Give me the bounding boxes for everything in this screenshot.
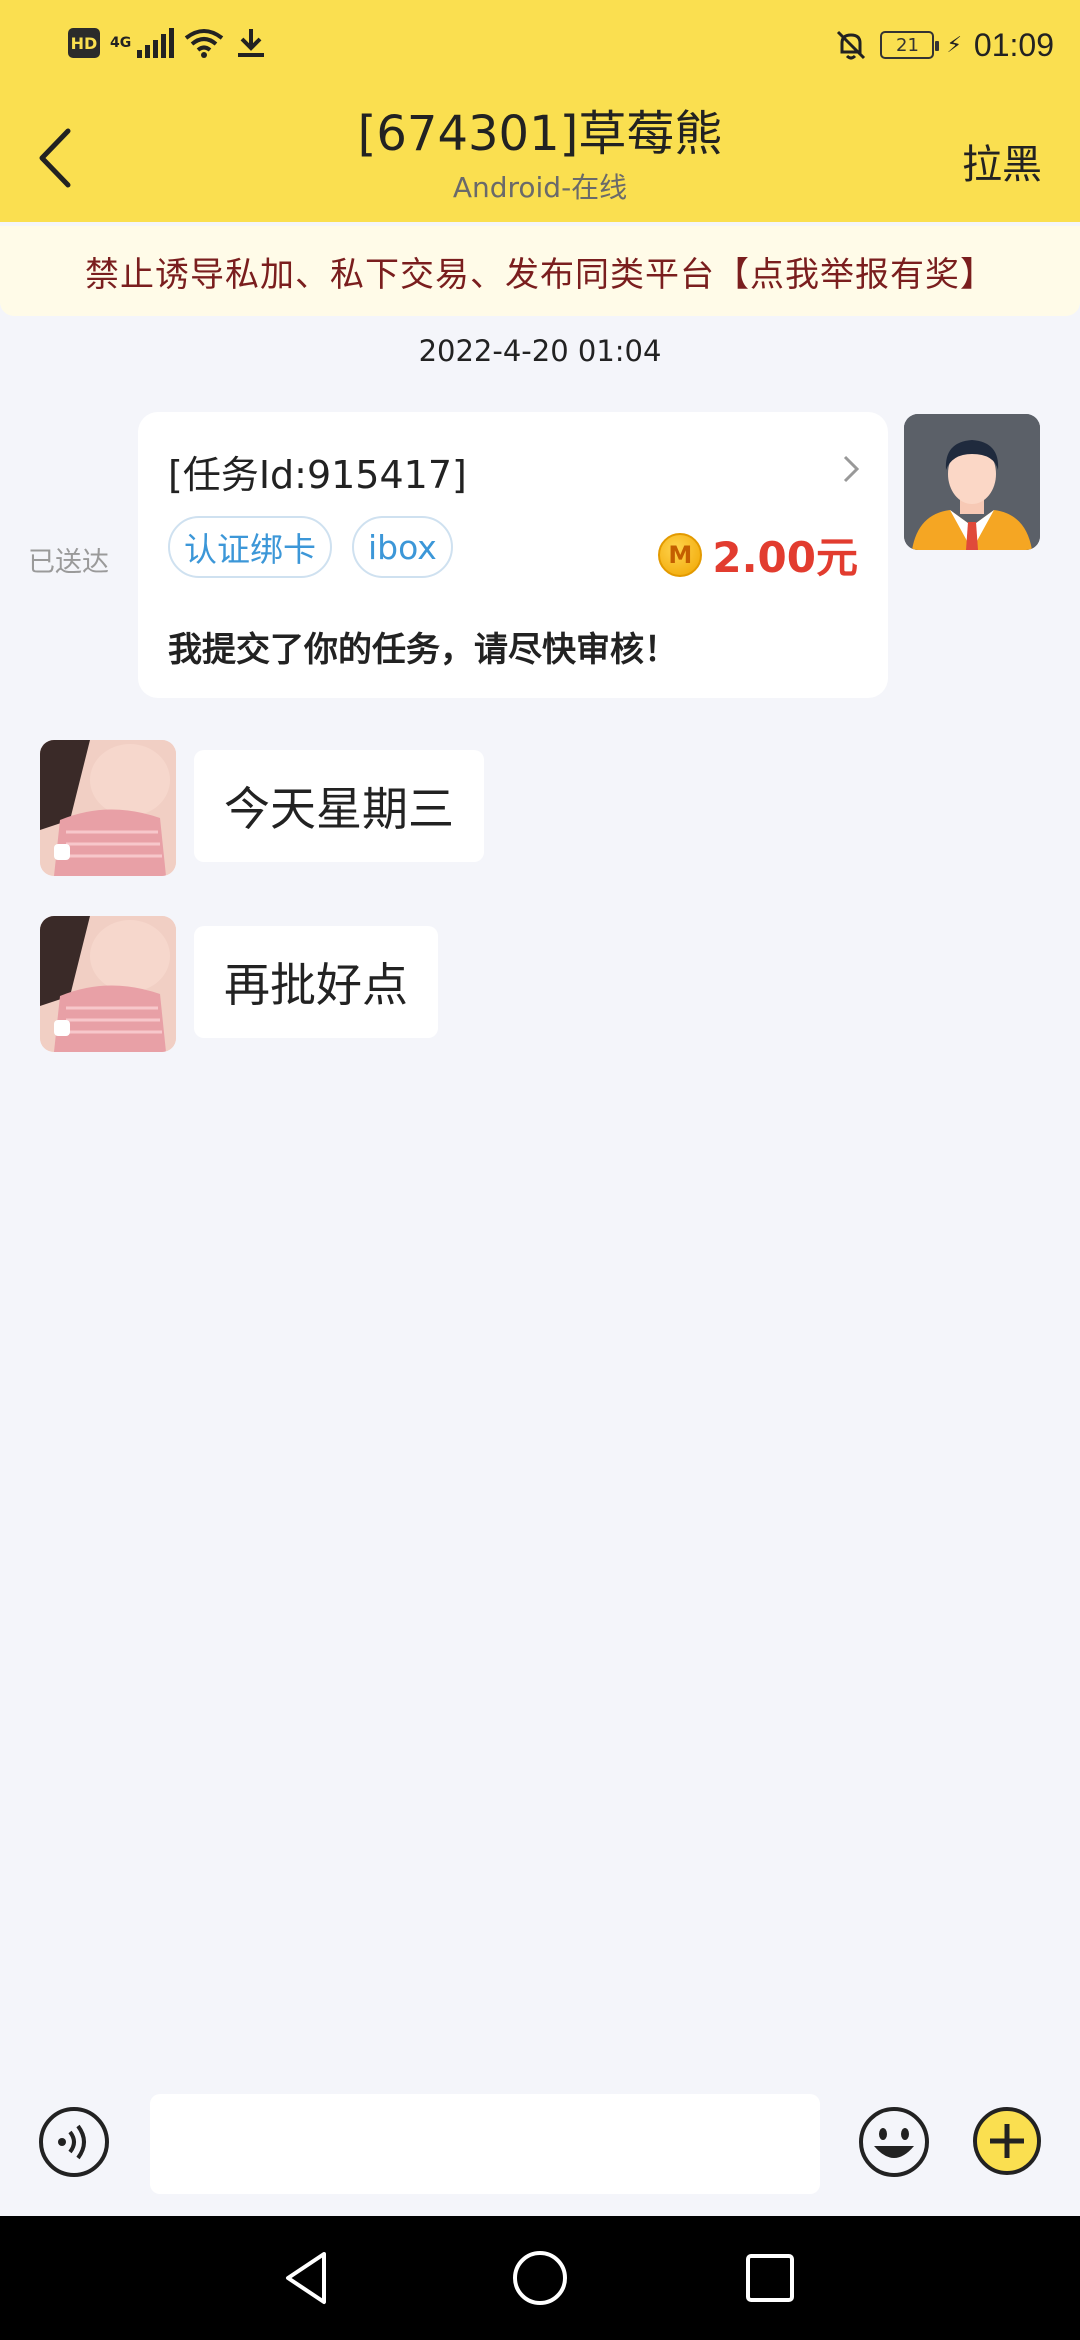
title-block: [674301]草莓熊 Android-在线 (200, 104, 880, 208)
message-timestamp: 2022-4-20 01:04 (418, 334, 662, 368)
input-bar (0, 2064, 1080, 2216)
status-left: HD 4G (68, 26, 268, 60)
system-nav-bar (0, 2216, 1080, 2340)
download-icon (238, 29, 265, 57)
status-bar: HD 4G 21 ⚡ 01:09 (0, 0, 1080, 92)
reward-amount: 2.00元 (712, 533, 858, 582)
hd-icon: HD (68, 28, 100, 58)
banner-text: 禁止诱导私加、私下交易、发布同类平台【点我举报有奖】 (85, 254, 995, 295)
block-button[interactable]: 拉黑 (962, 132, 1042, 190)
peer-avatar[interactable] (40, 916, 176, 1052)
nav-recents-icon[interactable] (738, 2246, 802, 2310)
charging-icon: ⚡ (946, 32, 962, 58)
task-message: 我提交了你的任务，请尽快审核！ (168, 630, 678, 670)
nav-home-icon[interactable] (508, 2246, 572, 2310)
message-bubble[interactable]: 今天星期三 (194, 750, 484, 862)
page-title: [674301]草莓熊 (357, 106, 723, 162)
businessman-avatar-icon (904, 414, 1040, 550)
plus-icon[interactable] (972, 2106, 1042, 2176)
back-button[interactable] (24, 118, 84, 198)
wifi-icon (185, 29, 224, 58)
message-bubble[interactable]: 再批好点 (194, 926, 438, 1038)
message-input[interactable] (150, 2094, 820, 2194)
chevron-right-icon (843, 455, 860, 483)
battery-icon: 21 (880, 31, 940, 59)
user-photo (40, 916, 176, 1052)
task-id: [任务Id:915417] (168, 453, 467, 497)
self-avatar[interactable] (904, 414, 1040, 550)
task-reward: M 2.00元 (658, 524, 858, 585)
delivery-status: 已送达 (28, 547, 109, 578)
report-banner[interactable]: 禁止诱导私加、私下交易、发布同类平台【点我举报有奖】 (0, 226, 1080, 316)
voice-icon[interactable] (38, 2106, 110, 2178)
task-card[interactable]: [任务Id:915417] 认证绑卡 ibox M 2.00元 我提交了你的任务… (138, 412, 888, 698)
online-status: Android-在线 (452, 171, 628, 204)
header: HD 4G 21 ⚡ 01:09 [674301]草莓熊 Android-在线 … (0, 0, 1080, 222)
chat-screen: HD 4G 21 ⚡ 01:09 [674301]草莓熊 Android-在线 … (0, 0, 1080, 2340)
status-right: 21 ⚡ 01:09 (834, 22, 1054, 68)
coin-icon: M (658, 532, 703, 577)
task-tag: ibox (352, 516, 453, 578)
chevron-left-icon (39, 128, 71, 188)
emoji-icon[interactable] (858, 2106, 930, 2178)
task-tags: 认证绑卡 ibox (168, 516, 453, 578)
nav-back-icon[interactable] (276, 2246, 340, 2310)
task-tag: 认证绑卡 (168, 516, 332, 578)
clock: 01:09 (973, 26, 1054, 63)
peer-avatar[interactable] (40, 740, 176, 876)
network-type-icon: 4G (110, 35, 132, 51)
mute-bell-icon (837, 30, 866, 60)
user-photo (40, 740, 176, 876)
signal-icon (137, 28, 175, 58)
